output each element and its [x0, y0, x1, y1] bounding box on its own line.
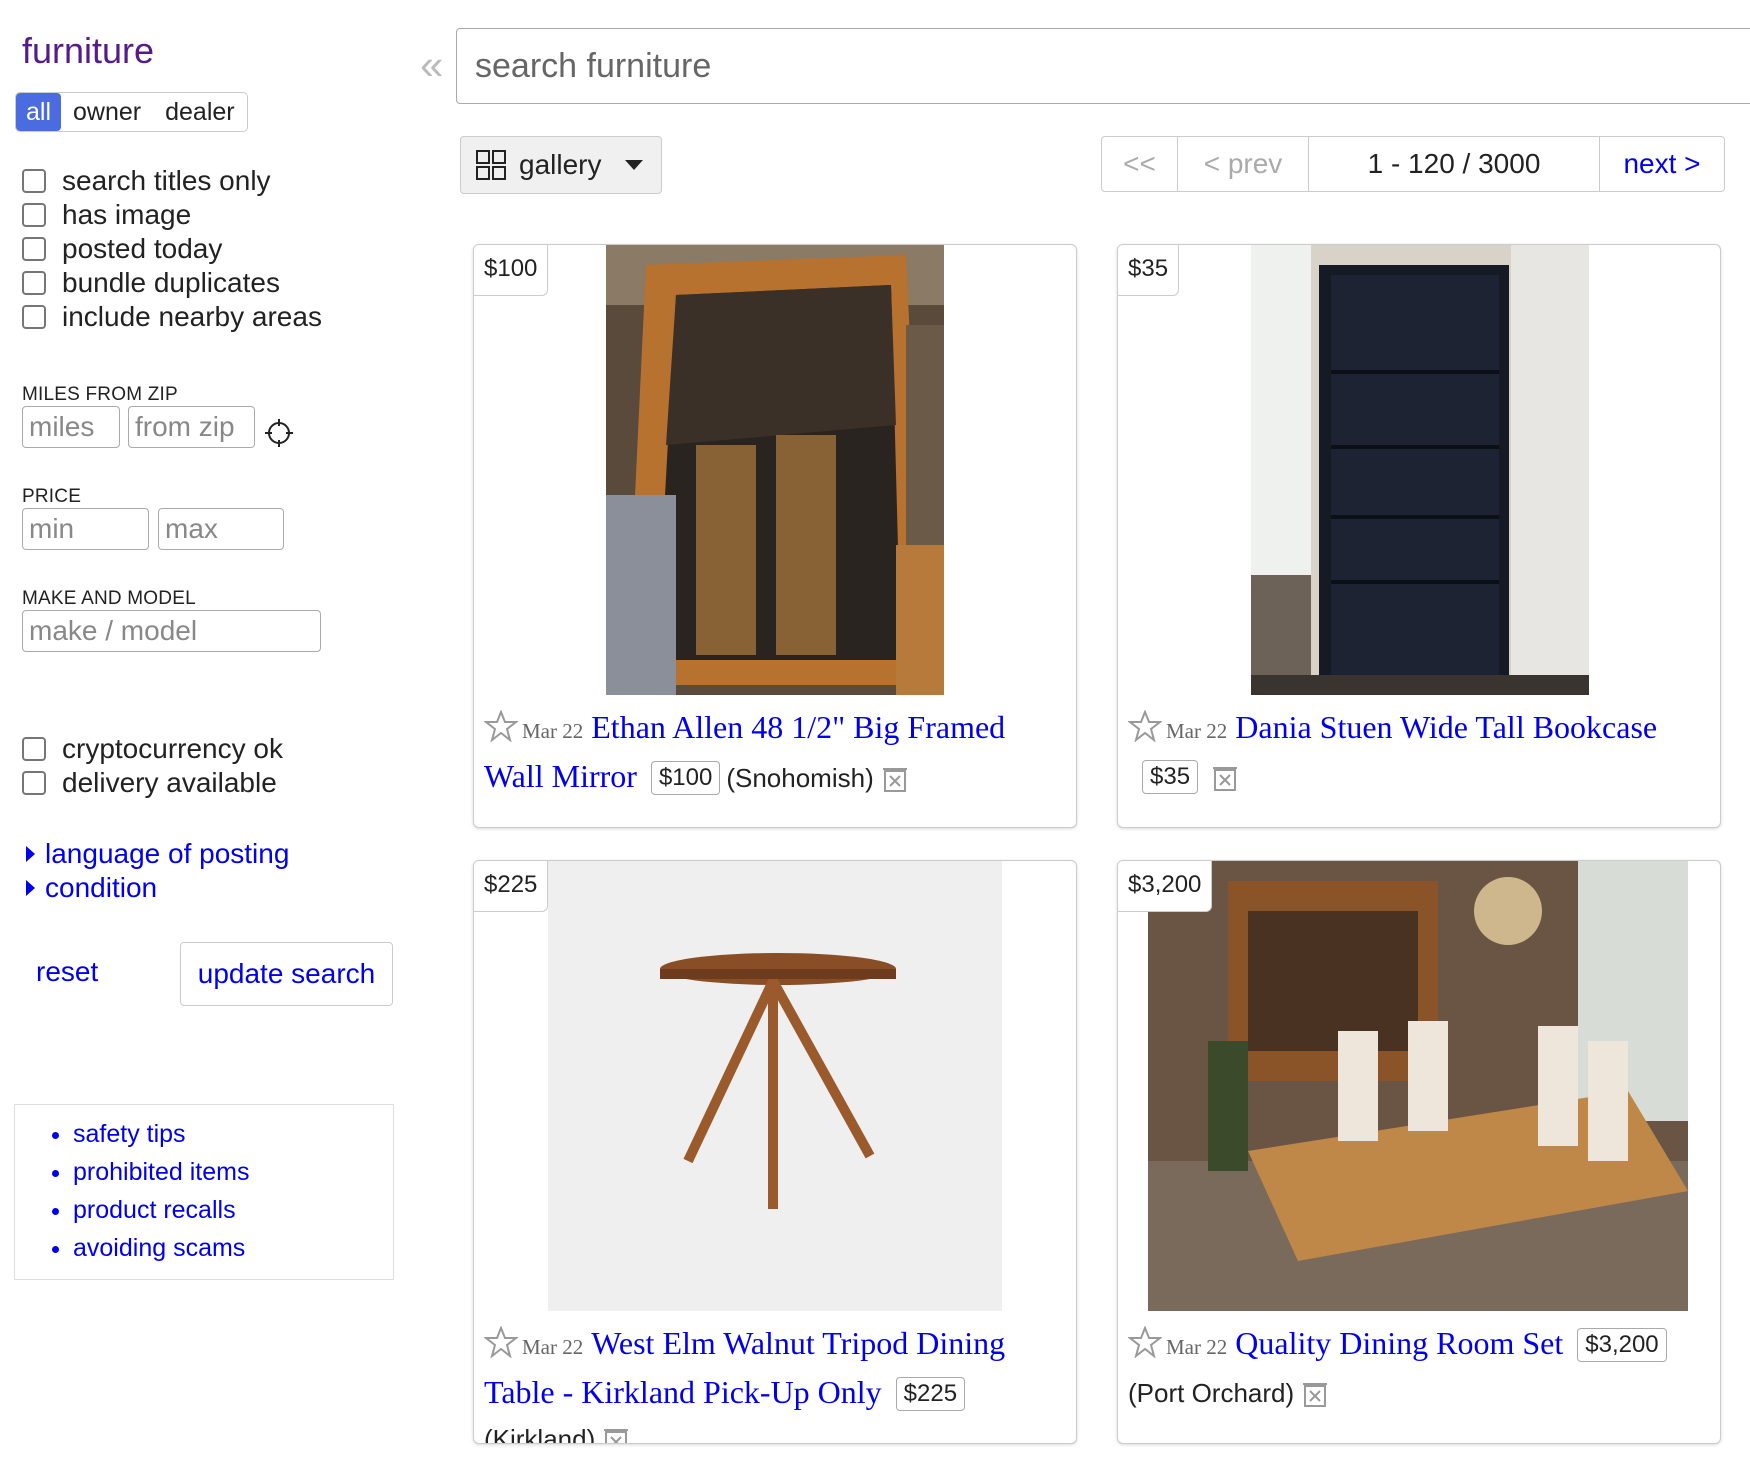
checkbox[interactable] [22, 271, 46, 295]
star-icon[interactable] [484, 710, 518, 742]
checkbox[interactable] [22, 737, 46, 761]
safety-links-box: safety tips prohibited items product rec… [14, 1104, 394, 1280]
checkbox-label: include nearby areas [62, 301, 322, 332]
posted-date: Mar 22 [1166, 1335, 1228, 1359]
star-icon[interactable] [1128, 710, 1162, 742]
prohibited-items-link[interactable]: prohibited items [73, 1153, 393, 1191]
posted-today-option[interactable]: posted today [22, 233, 222, 265]
listing-title-link[interactable]: Quality Dining Room Set [1235, 1325, 1563, 1361]
hide-listing-icon[interactable] [601, 1424, 631, 1444]
expander-label: condition [45, 872, 158, 903]
search-input[interactable]: search furniture [456, 28, 1750, 104]
hide-listing-icon[interactable] [1300, 1378, 1330, 1408]
has-image-option[interactable]: has image [22, 199, 191, 231]
safety-tips-link[interactable]: safety tips [73, 1115, 393, 1153]
price-heading: PRICE [22, 486, 82, 507]
listing-info: Mar 22 Ethan Allen 48 1/2" Big Framed Wal… [484, 705, 1066, 801]
price-badge: $100 [650, 761, 721, 795]
triangle-right-icon [26, 880, 35, 896]
checkbox[interactable] [22, 203, 46, 227]
listing-info: Mar 22 Quality Dining Room Set $3,200 (Port… [1128, 1321, 1710, 1416]
next-page-button[interactable]: next > [1600, 137, 1724, 191]
expander-label: language of posting [45, 838, 290, 869]
chevron-down-icon [625, 160, 644, 170]
view-mode-dropdown[interactable]: gallery [460, 136, 662, 194]
checkbox-label: bundle duplicates [62, 267, 280, 298]
avoiding-scams-link[interactable]: avoiding scams [73, 1229, 393, 1267]
prev-page-button[interactable]: < prev [1178, 137, 1309, 191]
miles-from-zip-heading: MILES FROM ZIP [22, 384, 178, 405]
listing-info: Mar 22 Dania Stuen Wide Tall Bookcase $35 [1128, 705, 1710, 799]
hide-listing-icon[interactable] [880, 763, 910, 793]
checkbox[interactable] [22, 169, 46, 193]
price-tag: $3,200 [1118, 861, 1213, 912]
triangle-right-icon [26, 846, 35, 862]
checkbox-label: cryptocurrency ok [62, 733, 283, 764]
checkbox[interactable] [22, 771, 46, 795]
checkbox-label: search titles only [62, 165, 271, 196]
hide-listing-icon[interactable] [1210, 762, 1240, 792]
listing-photo[interactable] [606, 245, 944, 695]
price-badge: $225 [895, 1377, 966, 1411]
search-titles-only-option[interactable]: search titles only [22, 165, 271, 197]
checkbox-label: delivery available [62, 767, 277, 798]
category-title[interactable]: furniture [22, 30, 154, 72]
listing-location: (Port Orchard) [1128, 1378, 1295, 1408]
listing-card[interactable]: $100 Mar 22 Ethan Allen 48 1/2" Big Frame… [473, 244, 1077, 828]
price-tag: $100 [474, 245, 549, 296]
listing-info: Mar 22 West Elm Walnut Tripod Dining Tabl… [484, 1321, 1066, 1444]
listing-photo[interactable] [1251, 245, 1589, 695]
bundle-duplicates-option[interactable]: bundle duplicates [22, 267, 280, 299]
pagination: << < prev 1 - 120 / 3000 next > [1101, 136, 1725, 192]
checkbox-label: posted today [62, 233, 223, 264]
language-of-posting-expander[interactable]: language of posting [26, 838, 289, 870]
make-model-input[interactable]: make / model [22, 610, 321, 652]
crosshair-icon[interactable] [264, 418, 294, 448]
max-price-input[interactable]: max [158, 508, 284, 550]
seller-owner-toggle[interactable]: owner [61, 93, 153, 131]
delivery-available-option[interactable]: delivery available [22, 767, 277, 799]
checkbox[interactable] [22, 237, 46, 261]
listing-card[interactable]: $225 Mar 22 West Elm Walnut Tripod Dining… [473, 860, 1077, 1444]
price-badge: $35 [1142, 760, 1199, 794]
posted-date: Mar 22 [522, 1335, 584, 1359]
view-mode-label: gallery [519, 149, 602, 180]
seller-all-toggle[interactable]: all [16, 93, 62, 131]
collapse-sidebar-button[interactable]: « [420, 44, 443, 86]
filter-sidebar: furniture all owner dealer search titles… [0, 0, 420, 1468]
update-search-button[interactable]: update search [180, 942, 393, 1006]
include-nearby-areas-option[interactable]: include nearby areas [22, 301, 322, 333]
listing-card[interactable]: $3,200 Mar 22 Quality Dining Room Set $3,2… [1117, 860, 1721, 1444]
reset-link[interactable]: reset [36, 956, 98, 988]
listing-photo[interactable] [548, 861, 1002, 1311]
listing-location: (Kirkland) [484, 1424, 596, 1444]
zip-input[interactable]: from zip [128, 406, 255, 448]
star-icon[interactable] [1128, 1326, 1162, 1358]
condition-expander[interactable]: condition [26, 872, 157, 904]
listing-card[interactable]: $35 Mar 22 Dania Stuen Wide Tall Bookcase… [1117, 244, 1721, 828]
posted-date: Mar 22 [1166, 719, 1228, 743]
miles-input[interactable]: miles [22, 406, 120, 448]
listing-photo[interactable] [1148, 861, 1688, 1311]
price-tag: $35 [1118, 245, 1180, 296]
result-range: 1 - 120 / 3000 [1309, 137, 1600, 191]
cryptocurrency-ok-option[interactable]: cryptocurrency ok [22, 733, 283, 765]
first-page-button[interactable]: << [1102, 137, 1178, 191]
min-price-input[interactable]: min [22, 508, 149, 550]
seller-filter: all owner dealer [15, 92, 248, 132]
make-model-heading: MAKE AND MODEL [22, 588, 196, 609]
checkbox[interactable] [22, 305, 46, 329]
listing-title-link[interactable]: Dania Stuen Wide Tall Bookcase [1235, 709, 1657, 745]
star-icon[interactable] [484, 1326, 518, 1358]
listing-location: (Snohomish) [726, 763, 874, 793]
checkbox-label: has image [62, 199, 192, 230]
gallery-grid-icon [476, 150, 506, 180]
price-tag: $225 [474, 861, 549, 912]
seller-dealer-toggle[interactable]: dealer [153, 93, 247, 131]
price-badge: $3,200 [1577, 1328, 1667, 1362]
posted-date: Mar 22 [522, 719, 584, 743]
product-recalls-link[interactable]: product recalls [73, 1191, 393, 1229]
